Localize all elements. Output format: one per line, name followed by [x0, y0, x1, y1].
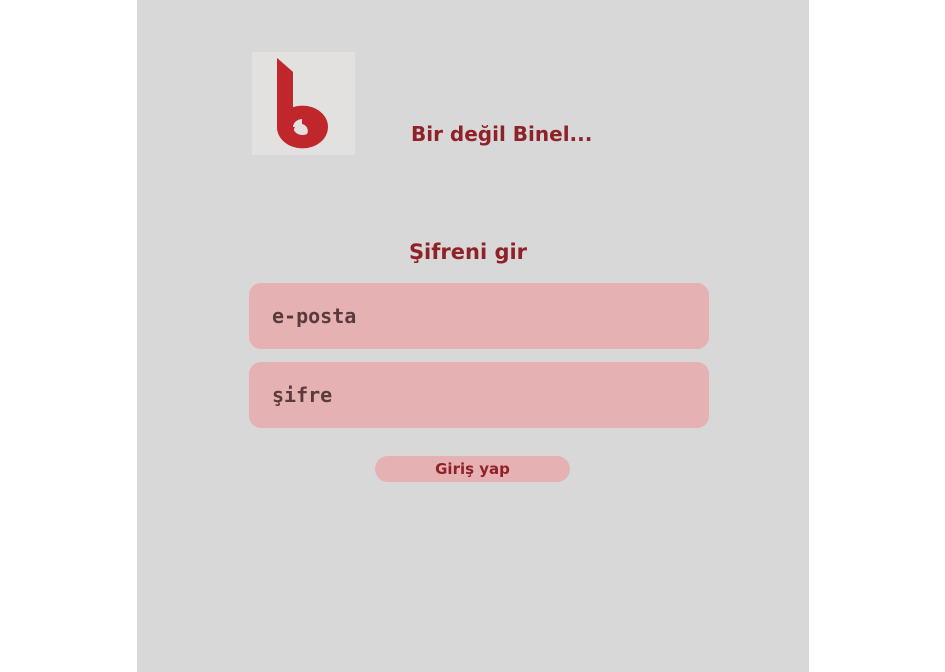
brand-tagline: Bir değil Binel...	[411, 122, 593, 146]
brand-logo	[252, 52, 355, 155]
password-field[interactable]	[249, 362, 709, 428]
login-button[interactable]: Giriş yap	[375, 456, 570, 482]
login-screen: Bir değil Binel... Şifreni gir Giriş yap	[137, 0, 809, 672]
login-form-title: Şifreni gir	[408, 240, 528, 264]
brand-b-logo-icon	[277, 58, 328, 149]
email-field[interactable]	[249, 283, 709, 349]
